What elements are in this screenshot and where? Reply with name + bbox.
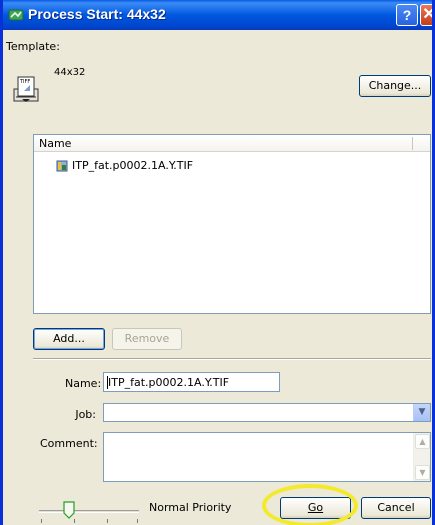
- window-title: Process Start: 44x32: [28, 6, 166, 22]
- tiff-template-icon: TIFF: [13, 76, 39, 102]
- change-button-label: Change...: [368, 79, 422, 92]
- job-select[interactable]: ▼: [103, 403, 431, 422]
- add-button-label: Add...: [53, 332, 85, 345]
- slider-tick: [41, 519, 42, 523]
- comment-label: Comment:: [40, 437, 98, 450]
- change-button[interactable]: Change...: [359, 75, 431, 97]
- remove-button-label: Remove: [124, 332, 170, 345]
- title-bar[interactable]: Process Start: 44x32 ? ✕: [3, 0, 432, 30]
- priority-slider-thumb[interactable]: [63, 501, 75, 519]
- job-label: Job:: [75, 408, 96, 421]
- slider-tick: [107, 519, 108, 523]
- comment-textarea[interactable]: ▲ ▼: [103, 432, 431, 482]
- cancel-button-label: Cancel: [377, 501, 415, 514]
- remove-button[interactable]: Remove: [112, 328, 182, 350]
- column-header-name[interactable]: Name: [34, 135, 430, 152]
- name-field[interactable]: ITP_fat.p0002.1A.Y.TIF: [103, 372, 280, 392]
- chevron-down-icon[interactable]: ▼: [413, 404, 430, 421]
- file-list[interactable]: Name ITP_fat.p0002.1A.Y.TIF: [33, 134, 431, 314]
- template-label: Template:: [6, 40, 60, 53]
- help-button[interactable]: ?: [396, 4, 418, 26]
- process-start-dialog: Process Start: 44x32 ? ✕ Template: TIFF …: [0, 0, 435, 525]
- scroll-down-icon[interactable]: ▼: [415, 465, 430, 480]
- text-caret: [107, 376, 108, 389]
- list-item-name: ITP_fat.p0002.1A.Y.TIF: [72, 159, 194, 172]
- image-file-icon: [56, 160, 68, 172]
- name-field-value: ITP_fat.p0002.1A.Y.TIF: [108, 376, 230, 389]
- scroll-up-icon[interactable]: ▲: [415, 434, 430, 449]
- template-name: 44x32: [54, 67, 86, 78]
- comment-scrollbar[interactable]: ▲ ▼: [413, 433, 430, 481]
- slider-tick: [137, 519, 138, 523]
- add-button[interactable]: Add...: [33, 328, 105, 350]
- go-button[interactable]: Go: [280, 497, 351, 519]
- app-icon: [8, 9, 24, 21]
- slider-tick: [74, 519, 75, 523]
- column-separator[interactable]: [412, 137, 413, 150]
- column-header-label: Name: [39, 137, 72, 150]
- priority-slider-track[interactable]: [39, 510, 139, 513]
- tiff-icon-text: TIFF: [19, 79, 30, 85]
- close-button[interactable]: ✕: [420, 4, 432, 26]
- divider: [33, 358, 431, 360]
- priority-label: Normal Priority: [149, 501, 232, 514]
- go-button-label: Go: [307, 501, 324, 514]
- name-label: Name:: [65, 377, 102, 390]
- cancel-button[interactable]: Cancel: [361, 497, 431, 519]
